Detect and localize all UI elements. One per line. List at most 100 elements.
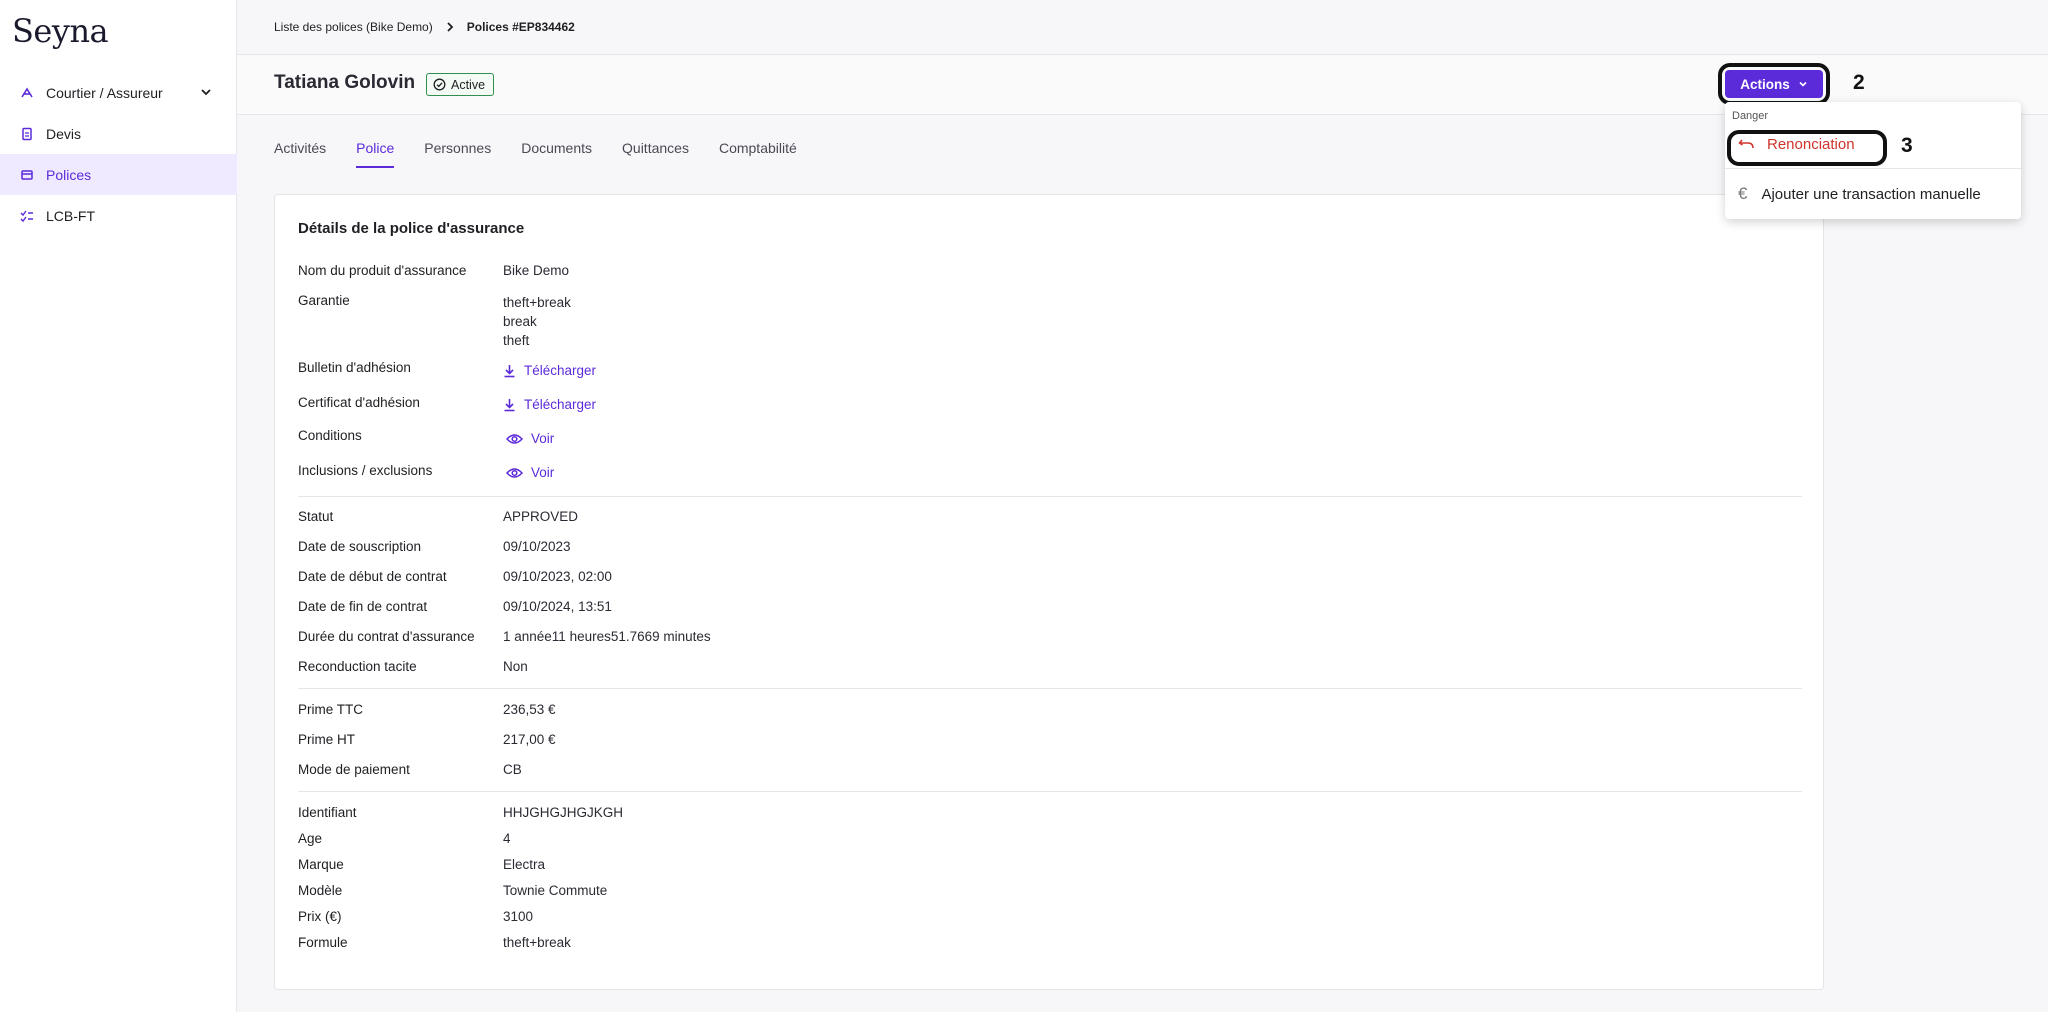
detail-value: 217,00 € bbox=[503, 732, 556, 747]
detail-label: Date de souscription bbox=[298, 539, 422, 554]
detail-value: 09/10/2023 bbox=[503, 539, 571, 554]
detail-label: Prime HT bbox=[298, 732, 355, 747]
detail-label: Modèle bbox=[298, 883, 343, 898]
euro-icon: € bbox=[1738, 184, 1748, 203]
actions-button-highlight: Actions bbox=[1718, 63, 1830, 105]
detail-label: Mode de paiement bbox=[298, 762, 410, 777]
sidebar-item-courtier-assureur[interactable]: Courtier / Assureur bbox=[0, 72, 237, 113]
detail-value: 1 année11 heures51.7669 minutes bbox=[503, 629, 711, 644]
detail-value: Bike Demo bbox=[503, 263, 570, 278]
download-icon bbox=[503, 364, 516, 378]
download-bulletin-link[interactable]: Télécharger bbox=[503, 363, 596, 378]
sidebar-item-devis[interactable]: Devis bbox=[0, 113, 237, 154]
detail-row-souscription: Date de souscription 09/10/2023 bbox=[298, 539, 571, 554]
breadcrumb-parent-link[interactable]: Liste des polices (Bike Demo) bbox=[274, 20, 433, 34]
download-label: Télécharger bbox=[524, 363, 597, 378]
menu-item-ajouter-transaction[interactable]: € Ajouter une transaction manuelle bbox=[1738, 184, 1981, 204]
tab-personnes[interactable]: Personnes bbox=[424, 140, 491, 168]
tabs: Activités Police Personnes Documents Qui… bbox=[274, 140, 827, 168]
detail-label: Date de fin de contrat bbox=[298, 599, 428, 614]
download-label: Télécharger bbox=[524, 397, 597, 412]
tab-documents[interactable]: Documents bbox=[521, 140, 592, 168]
policy-details-card: Détails de la police d'assurance Nom du … bbox=[274, 194, 1824, 990]
actions-button[interactable]: Actions bbox=[1725, 70, 1823, 98]
view-conditions-link[interactable]: Voir bbox=[506, 431, 554, 446]
detail-row-fin: Date de fin de contrat 09/10/2024, 13:51 bbox=[298, 599, 612, 614]
card-title: Détails de la police d'assurance bbox=[298, 220, 525, 237]
detail-label: Garantie bbox=[298, 293, 350, 308]
detail-value: Townie Commute bbox=[503, 883, 608, 898]
breadcrumb: Liste des polices (Bike Demo) Polices #E… bbox=[237, 0, 2048, 55]
detail-row-modele: Modèle Townie Commute bbox=[298, 883, 607, 898]
sidebar-item-lcb-ft[interactable]: LCB-FT bbox=[0, 195, 237, 236]
detail-value: Electra bbox=[503, 857, 546, 872]
detail-value: Non bbox=[503, 659, 528, 674]
brand-logo[interactable]: Seyna bbox=[12, 12, 109, 50]
detail-row-age: Age 4 bbox=[298, 831, 511, 846]
actions-dropdown-menu: Danger Renonciation € Ajouter une transa… bbox=[1725, 102, 2021, 219]
detail-label: Reconduction tacite bbox=[298, 659, 417, 674]
checklist-icon bbox=[20, 209, 34, 223]
garantie-item: theft+break bbox=[503, 295, 571, 310]
view-inclusions-link[interactable]: Voir bbox=[506, 465, 554, 480]
detail-value: 236,53 € bbox=[503, 702, 556, 717]
tab-activites[interactable]: Activités bbox=[274, 140, 326, 168]
detail-label: Date de début de contrat bbox=[298, 569, 447, 584]
undo-icon bbox=[1738, 138, 1755, 151]
detail-label: Bulletin d'adhésion bbox=[298, 360, 411, 375]
detail-label: Inclusions / exclusions bbox=[298, 463, 433, 478]
chevron-down-icon bbox=[199, 85, 213, 102]
dropdown-section-label: Danger bbox=[1732, 110, 1769, 122]
download-certificat-link[interactable]: Télécharger bbox=[503, 397, 596, 412]
detail-label: Conditions bbox=[298, 428, 362, 443]
garantie-item: theft bbox=[503, 333, 530, 348]
detail-label: Durée du contrat d'assurance bbox=[298, 629, 475, 644]
document-icon bbox=[20, 127, 34, 141]
detail-value: theft+break break theft bbox=[503, 293, 571, 350]
sidebar-item-label: LCB-FT bbox=[46, 207, 95, 224]
download-icon bbox=[503, 398, 516, 412]
garantie-item: break bbox=[503, 314, 537, 329]
detail-row-garantie: Garantie theft+break break theft bbox=[298, 293, 571, 350]
detail-row-inclusions: Inclusions / exclusions Voir bbox=[298, 463, 554, 480]
chevron-right-icon bbox=[445, 22, 455, 32]
detail-value: 09/10/2023, 02:00 bbox=[503, 569, 612, 584]
detail-value: 3100 bbox=[503, 909, 534, 924]
detail-label: Formule bbox=[298, 935, 348, 950]
tab-police[interactable]: Police bbox=[356, 140, 395, 168]
eye-icon bbox=[506, 467, 523, 479]
divider bbox=[298, 688, 1802, 689]
dropdown-divider bbox=[1725, 168, 2021, 169]
chevron-down-icon bbox=[1798, 79, 1808, 89]
tab-quittances[interactable]: Quittances bbox=[622, 140, 689, 168]
detail-label: Prime TTC bbox=[298, 702, 364, 717]
detail-label: Prix (€) bbox=[298, 909, 342, 924]
status-badge-label: Active bbox=[451, 77, 486, 92]
tab-comptabilite[interactable]: Comptabilité bbox=[719, 140, 797, 168]
detail-row-conditions: Conditions Voir bbox=[298, 428, 554, 446]
sidebar-nav: Courtier / Assureur Devis Polices LCB-FT bbox=[0, 72, 237, 236]
detail-value: 4 bbox=[503, 831, 511, 846]
menu-item-renonciation[interactable]: Renonciation bbox=[1738, 136, 1855, 153]
detail-row-certificat: Certificat d'adhésion Télécharger bbox=[298, 395, 596, 412]
detail-row-bulletin: Bulletin d'adhésion Télécharger bbox=[298, 360, 596, 378]
detail-label: Certificat d'adhésion bbox=[298, 395, 420, 410]
sidebar-item-polices[interactable]: Polices bbox=[0, 154, 237, 195]
check-circle-icon bbox=[433, 78, 446, 91]
broker-icon bbox=[20, 86, 34, 100]
sidebar-item-label: Devis bbox=[46, 125, 82, 142]
detail-label: Identifiant bbox=[298, 805, 357, 820]
detail-value: APPROVED bbox=[503, 509, 579, 524]
actions-button-label: Actions bbox=[1740, 76, 1790, 92]
menu-item-label: Renonciation bbox=[1767, 136, 1855, 153]
detail-row-prix: Prix (€) 3100 bbox=[298, 909, 533, 924]
menu-item-label: Ajouter une transaction manuelle bbox=[1761, 185, 1981, 203]
detail-value: 09/10/2024, 13:51 bbox=[503, 599, 612, 614]
status-badge: Active bbox=[426, 73, 495, 96]
view-label: Voir bbox=[531, 465, 555, 480]
detail-label: Marque bbox=[298, 857, 344, 872]
eye-icon bbox=[506, 433, 523, 445]
detail-row-formule: Formule theft+break bbox=[298, 935, 571, 950]
detail-row-duree: Durée du contrat d'assurance 1 année11 h… bbox=[298, 629, 711, 644]
step-number-actions: 2 bbox=[1853, 71, 1865, 94]
